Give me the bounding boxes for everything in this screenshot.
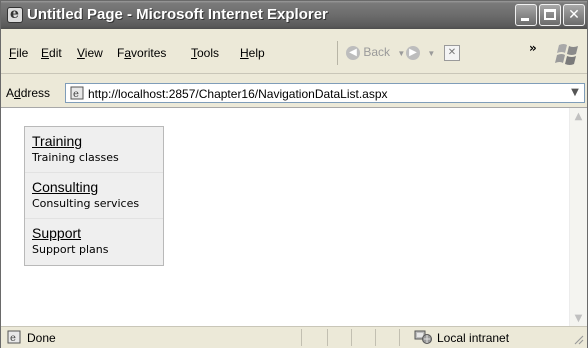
back-arrow-icon: ◀	[346, 45, 360, 60]
stop-icon[interactable]: ✕	[444, 45, 460, 61]
item-description: Training classes	[32, 151, 119, 164]
back-label: Back	[363, 45, 391, 59]
maximize-icon	[544, 9, 556, 20]
ie-page-icon: e	[7, 330, 21, 344]
navigation-datalist: Training Training classes Consulting Con…	[24, 126, 164, 266]
status-text: Done	[27, 331, 56, 345]
menu-view[interactable]: View	[77, 46, 103, 60]
toolbar-separator	[337, 41, 338, 65]
resize-grip-icon[interactable]	[574, 335, 584, 345]
close-button[interactable]: ✕	[563, 4, 585, 26]
menu-bar: File Edit View Favorites Tools Help ◀ Ba…	[1, 29, 587, 74]
forward-button[interactable]: ▶ ▼	[406, 45, 435, 63]
page-content: Training Training classes Consulting Con…	[1, 107, 587, 327]
svg-text:e: e	[10, 333, 16, 344]
window-title: Untitled Page - Microsoft Internet Explo…	[27, 6, 328, 23]
menu-file[interactable]: File	[9, 46, 28, 60]
scroll-up-icon[interactable]: ▲	[570, 108, 587, 125]
address-input[interactable]: e http://localhost:2857/Chapter16/Naviga…	[65, 83, 585, 103]
menu-tools[interactable]: Tools	[191, 46, 219, 60]
status-divider	[375, 329, 376, 346]
list-item: Support Support plans	[25, 219, 163, 265]
address-label: Address	[6, 86, 51, 100]
item-description: Support plans	[32, 243, 109, 256]
minimize-button[interactable]	[515, 4, 537, 26]
status-divider	[399, 329, 400, 346]
security-zone-label: Local intranet	[437, 331, 510, 345]
minimize-icon	[521, 18, 529, 21]
close-icon: ✕	[568, 7, 580, 23]
status-divider	[301, 329, 302, 346]
local-intranet-icon	[414, 330, 432, 344]
menu-favorites[interactable]: Favorites	[117, 46, 166, 60]
support-link[interactable]: Support	[32, 225, 163, 241]
menu-edit[interactable]: Edit	[41, 46, 62, 60]
address-bar: Address e http://localhost:2857/Chapter1…	[1, 81, 587, 105]
maximize-button[interactable]	[539, 4, 561, 26]
consulting-link[interactable]: Consulting	[32, 179, 163, 195]
status-divider	[351, 329, 352, 346]
browser-window: e Untitled Page - Microsoft Internet Exp…	[0, 0, 588, 348]
status-bar: e Done Local intranet	[1, 326, 587, 348]
list-item: Training Training classes	[25, 127, 163, 173]
list-item: Consulting Consulting services	[25, 173, 163, 219]
forward-arrow-icon: ▶	[406, 45, 420, 60]
status-divider	[327, 329, 328, 346]
svg-text:e: e	[73, 89, 79, 100]
item-description: Consulting services	[32, 197, 140, 210]
title-bar[interactable]: e Untitled Page - Microsoft Internet Exp…	[1, 1, 587, 29]
ie-page-icon: e	[7, 6, 23, 23]
windows-logo-icon	[555, 44, 578, 65]
back-dropdown-icon: ▼	[397, 49, 406, 58]
address-dropdown-icon[interactable]: ▼	[568, 86, 582, 100]
menu-help[interactable]: Help	[240, 46, 265, 60]
vertical-scrollbar[interactable]: ▲ ▼	[569, 108, 587, 327]
forward-dropdown-icon: ▼	[427, 49, 436, 58]
training-link[interactable]: Training	[32, 133, 163, 149]
ie-page-icon: e	[70, 86, 84, 100]
address-url: http://localhost:2857/Chapter16/Navigati…	[88, 87, 388, 101]
scroll-down-icon[interactable]: ▼	[570, 310, 587, 327]
toolbar-more-icon[interactable]: »	[529, 41, 537, 55]
back-button[interactable]: ◀ Back ▼	[346, 45, 405, 63]
